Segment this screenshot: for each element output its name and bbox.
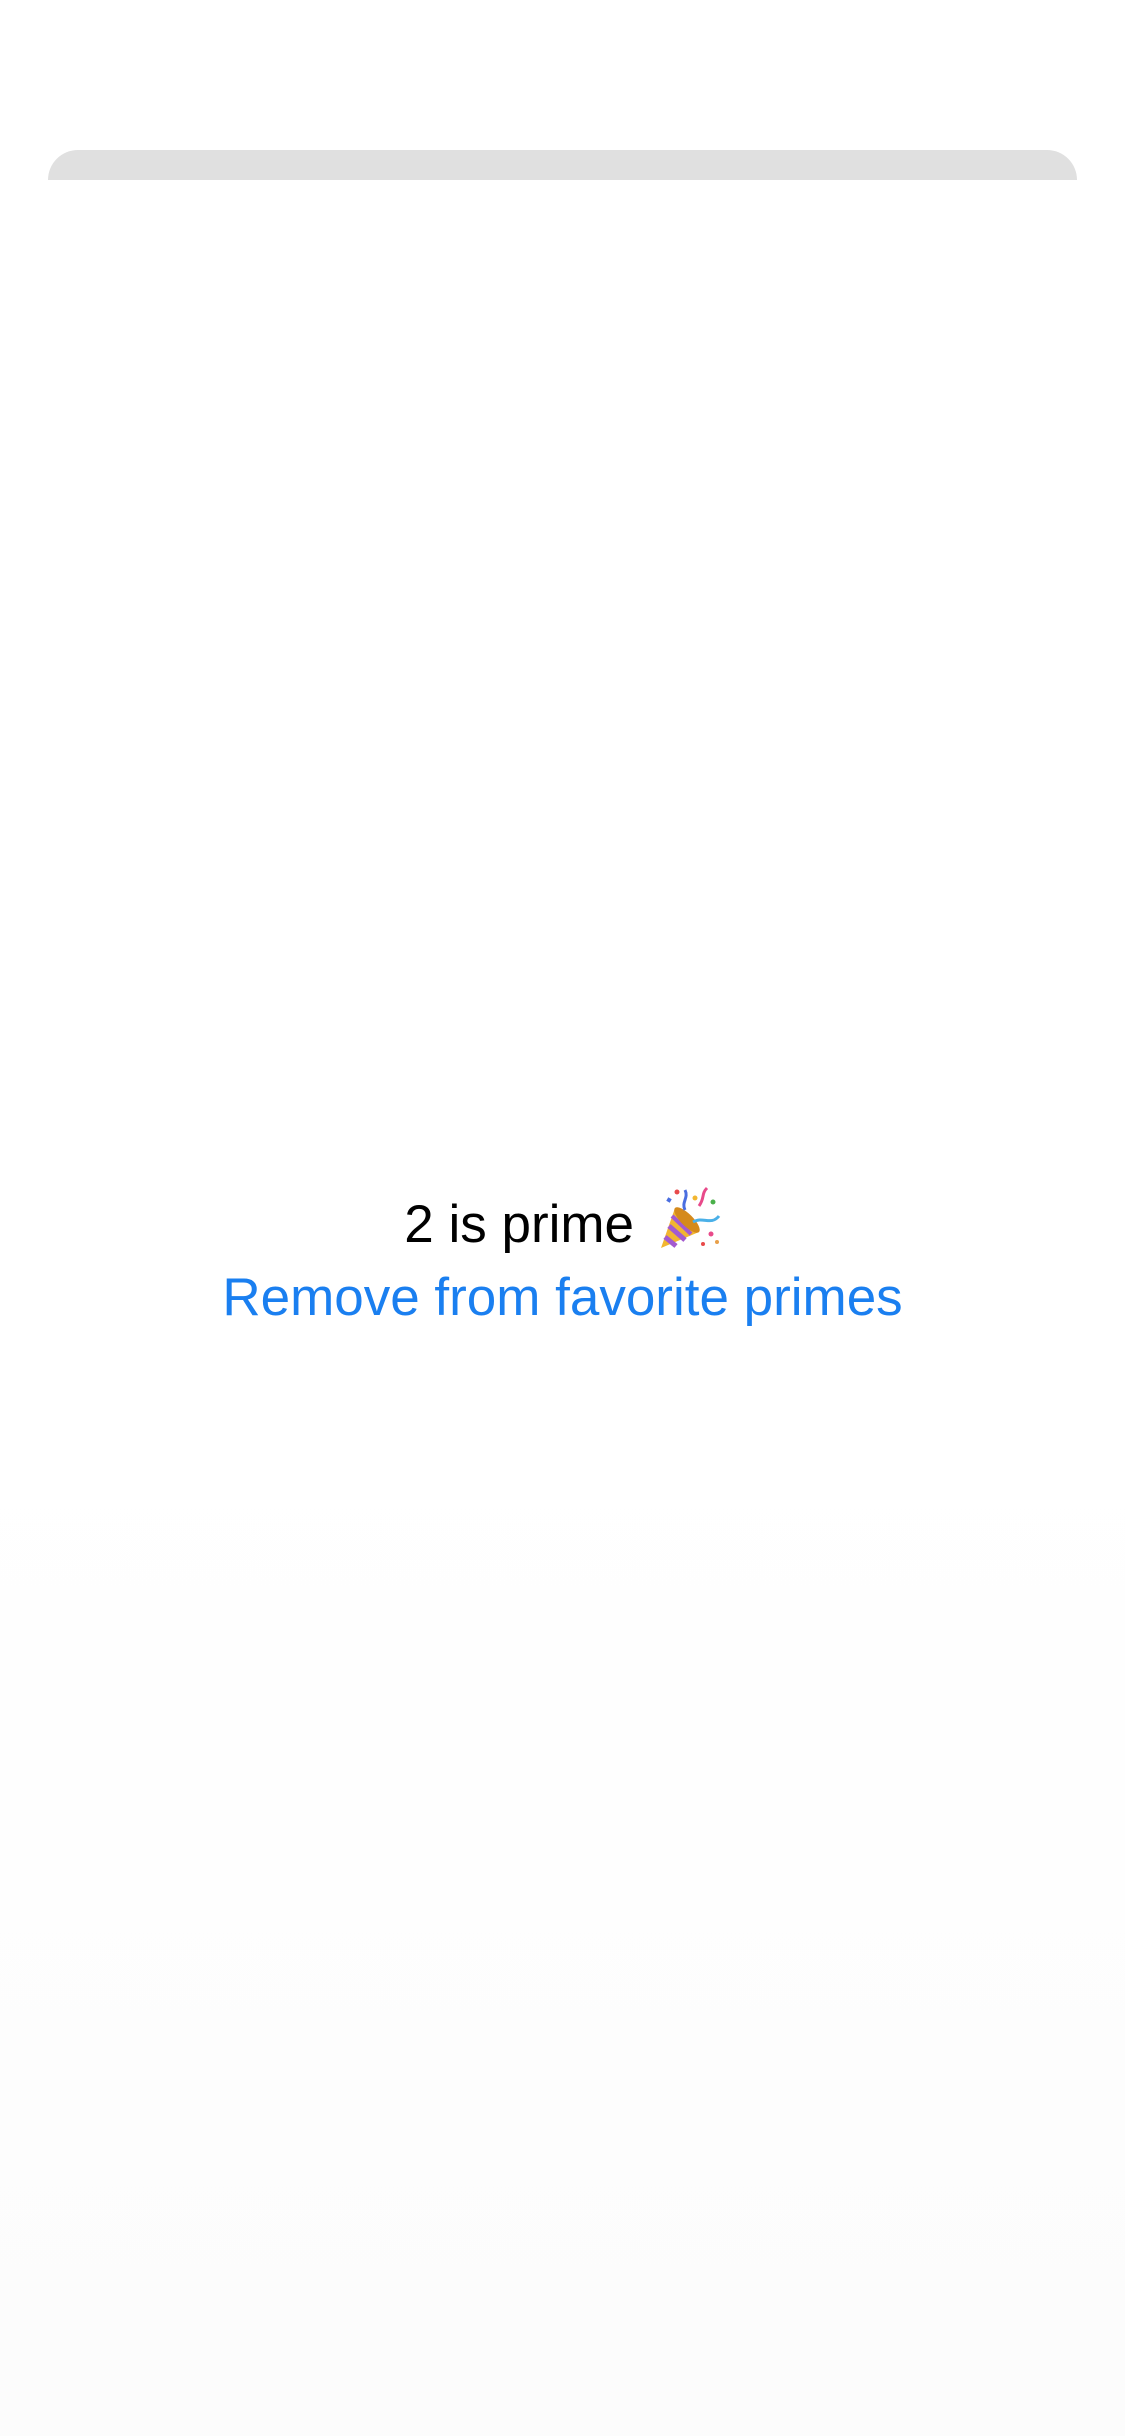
party-popper-icon: [655, 1186, 721, 1252]
prime-result: 2 is prime Remove from favorite primes: [0, 1185, 1125, 1331]
prime-status-line: 2 is prime: [0, 1185, 1125, 1265]
prime-message: 2 is prime: [404, 1195, 634, 1254]
remove-from-favorites-button[interactable]: Remove from favorite primes: [222, 1265, 902, 1331]
background-sheet-peek: [48, 150, 1077, 180]
